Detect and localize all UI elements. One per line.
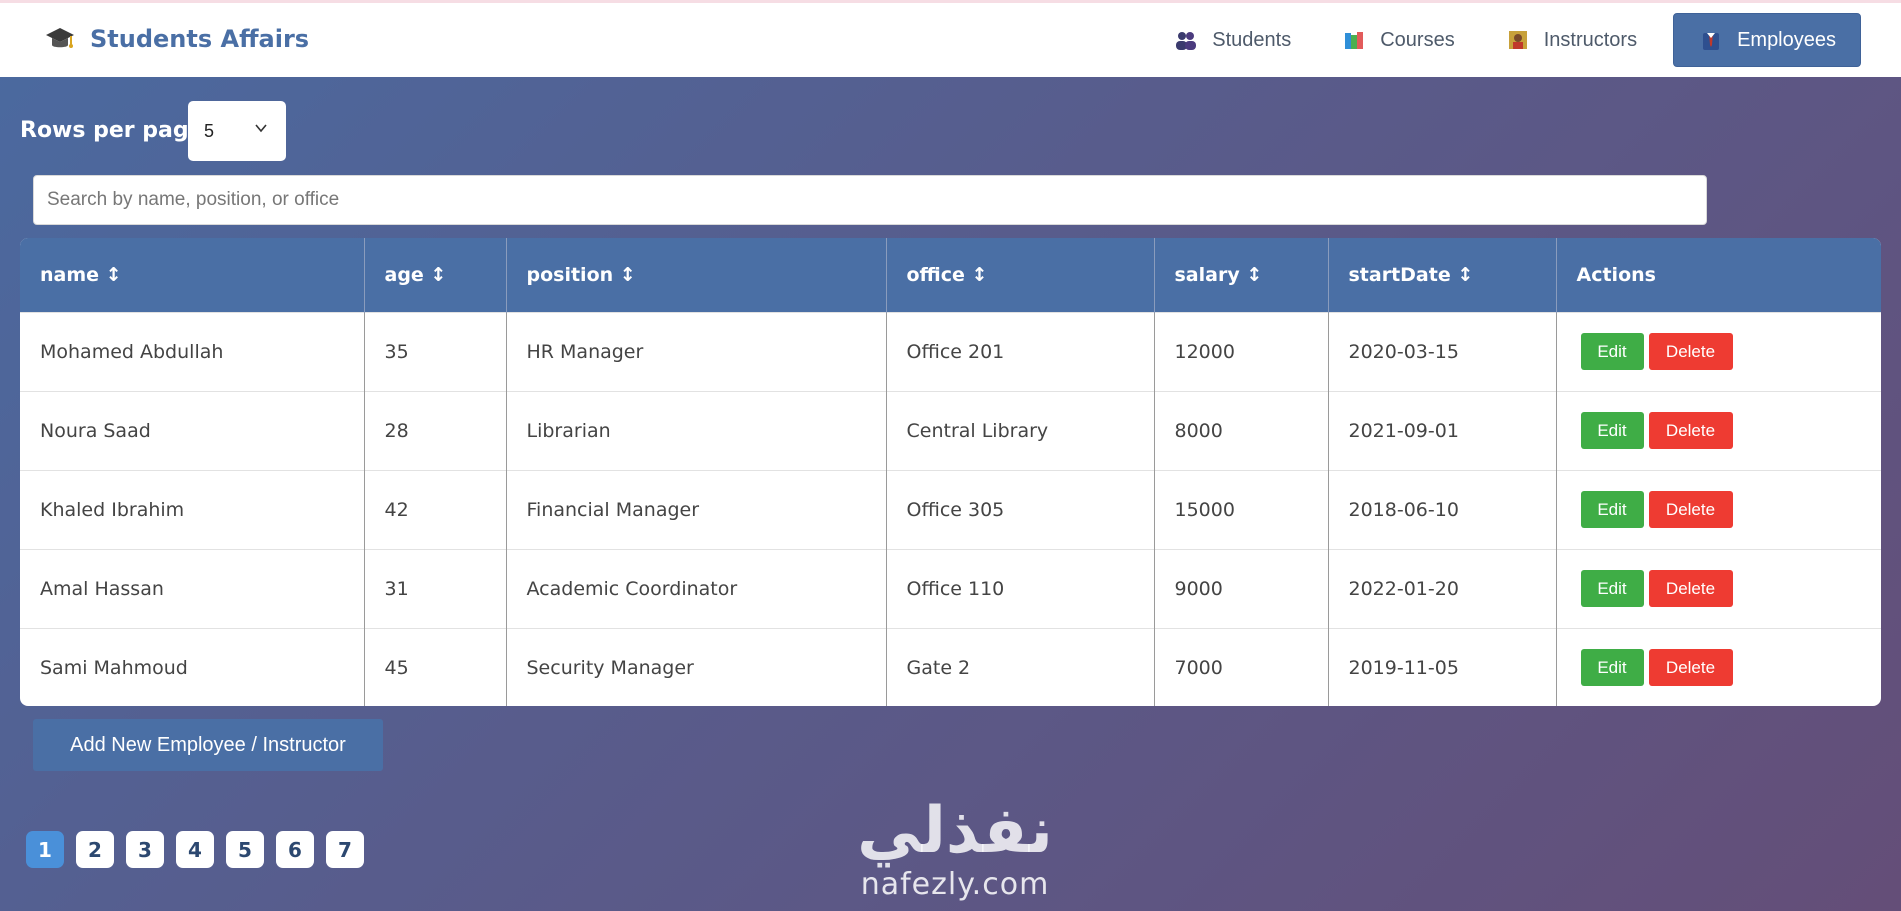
cell-actions: Edit Delete: [1556, 627, 1881, 706]
cell-office: Central Library: [886, 390, 1155, 470]
cell-actions: Edit Delete: [1556, 311, 1881, 391]
column-header-salary[interactable]: salary ↕: [1154, 238, 1329, 312]
table-row: Khaled Ibrahim 42 Financial Manager Offi…: [20, 469, 1881, 549]
cell-start-date: 2018-06-10: [1328, 469, 1557, 549]
cell-name: Khaled Ibrahim: [20, 469, 365, 549]
nav-label: Instructors: [1543, 28, 1638, 51]
delete-button[interactable]: Delete: [1648, 570, 1733, 607]
cell-start-date: 2022-01-20: [1328, 548, 1557, 628]
search-input[interactable]: [33, 175, 1707, 225]
page-button-6[interactable]: 6: [276, 831, 314, 868]
chevron-down-icon: [255, 124, 267, 133]
column-header-start-date[interactable]: startDate ↕: [1328, 238, 1557, 312]
cell-salary: 12000: [1154, 311, 1329, 391]
pagination: 1 2 3 4 5 6 7: [26, 831, 376, 868]
table-row: Mohamed Abdullah 35 HR Manager Office 20…: [20, 311, 1881, 391]
rows-per-page-value: 5: [204, 120, 215, 141]
nav-instructors[interactable]: Instructors: [1491, 13, 1659, 67]
page-button-3[interactable]: 3: [126, 831, 164, 868]
cell-age: 42: [364, 469, 507, 549]
column-header-age[interactable]: age ↕: [364, 238, 507, 312]
watermark: نفذلي nafezly.com: [845, 795, 1065, 907]
nav-label: Employees: [1737, 28, 1836, 51]
add-employee-button[interactable]: Add New Employee / Instructor: [33, 719, 383, 771]
cell-salary: 8000: [1154, 390, 1329, 470]
edit-button[interactable]: Edit: [1580, 649, 1644, 687]
cell-office: Office 110: [886, 548, 1155, 628]
brand[interactable]: Students Affairs: [44, 23, 309, 55]
nav-label: Students: [1212, 28, 1292, 51]
cell-name: Sami Mahmoud: [20, 627, 365, 706]
page-button-1[interactable]: 1: [26, 831, 64, 868]
top-navbar: Students Affairs Students Courses Instru…: [0, 0, 1901, 77]
cell-actions: Edit Delete: [1556, 548, 1881, 628]
delete-button[interactable]: Delete: [1648, 412, 1733, 449]
cell-name: Mohamed Abdullah: [20, 311, 365, 391]
rows-per-page-label: Rows per page:: [20, 118, 213, 143]
watermark-arabic: نفذلي: [857, 794, 1053, 868]
cell-position: Academic Coordinator: [506, 548, 887, 628]
cell-salary: 15000: [1154, 469, 1329, 549]
delete-button[interactable]: Delete: [1648, 649, 1733, 687]
table-row: Sami Mahmoud 45 Security Manager Gate 2 …: [20, 627, 1881, 706]
instructor-icon: [1508, 31, 1527, 49]
cell-actions: Edit Delete: [1556, 390, 1881, 470]
column-header-name[interactable]: name ↕: [20, 238, 365, 312]
cell-name: Amal Hassan: [20, 548, 365, 628]
edit-button[interactable]: Edit: [1580, 333, 1644, 370]
nav-employees[interactable]: Employees: [1673, 13, 1861, 67]
page-button-5[interactable]: 5: [226, 831, 264, 868]
cell-office: Gate 2: [886, 627, 1155, 706]
table-row: Amal Hassan 31 Academic Coordinator Offi…: [20, 548, 1881, 628]
cell-position: HR Manager: [506, 311, 887, 391]
column-header-position[interactable]: position ↕: [506, 238, 887, 312]
edit-button[interactable]: Edit: [1580, 491, 1644, 528]
nav-courses[interactable]: Courses: [1327, 13, 1476, 67]
cell-position: Security Manager: [506, 627, 887, 706]
employee-icon: [1703, 33, 1720, 50]
column-header-office[interactable]: office ↕: [886, 238, 1155, 312]
cell-age: 45: [364, 627, 507, 706]
cell-age: 35: [364, 311, 507, 391]
brand-title: Students Affairs: [90, 25, 310, 53]
page-button-2[interactable]: 2: [76, 831, 114, 868]
cell-start-date: 2019-11-05: [1328, 627, 1557, 706]
main-nav: Students Courses Instructors Employees: [1145, 13, 1861, 67]
delete-button[interactable]: Delete: [1648, 491, 1733, 528]
cell-start-date: 2021-09-01: [1328, 390, 1557, 470]
edit-button[interactable]: Edit: [1580, 570, 1644, 607]
nav-students[interactable]: Students: [1159, 13, 1313, 67]
students-icon: [1176, 32, 1197, 50]
cell-salary: 7000: [1154, 627, 1329, 706]
graduation-cap-icon: [46, 28, 74, 48]
rows-per-page-select[interactable]: 5: [188, 101, 286, 161]
cell-office: Office 201: [886, 311, 1155, 391]
cell-actions: Edit Delete: [1556, 469, 1881, 549]
cell-age: 31: [364, 548, 507, 628]
page-button-4[interactable]: 4: [176, 831, 214, 868]
cell-salary: 9000: [1154, 548, 1329, 628]
cell-office: Office 305: [886, 469, 1155, 549]
cell-start-date: 2020-03-15: [1328, 311, 1557, 391]
column-header-actions: Actions: [1556, 238, 1881, 312]
table-row: Noura Saad 28 Librarian Central Library …: [20, 390, 1881, 470]
nav-label: Courses: [1380, 28, 1455, 51]
delete-button[interactable]: Delete: [1648, 333, 1733, 370]
page-button-7[interactable]: 7: [326, 831, 364, 868]
employees-table: name ↕ age ↕ position ↕ office ↕ salary …: [20, 238, 1881, 706]
cell-name: Noura Saad: [20, 390, 365, 470]
watermark-latin: nafezly.com: [860, 867, 1050, 902]
cell-position: Financial Manager: [506, 469, 887, 549]
books-icon: [1345, 32, 1364, 49]
table-header-row: name ↕ age ↕ position ↕ office ↕ salary …: [20, 238, 1881, 312]
cell-age: 28: [364, 390, 507, 470]
cell-position: Librarian: [506, 390, 887, 470]
edit-button[interactable]: Edit: [1580, 412, 1644, 449]
